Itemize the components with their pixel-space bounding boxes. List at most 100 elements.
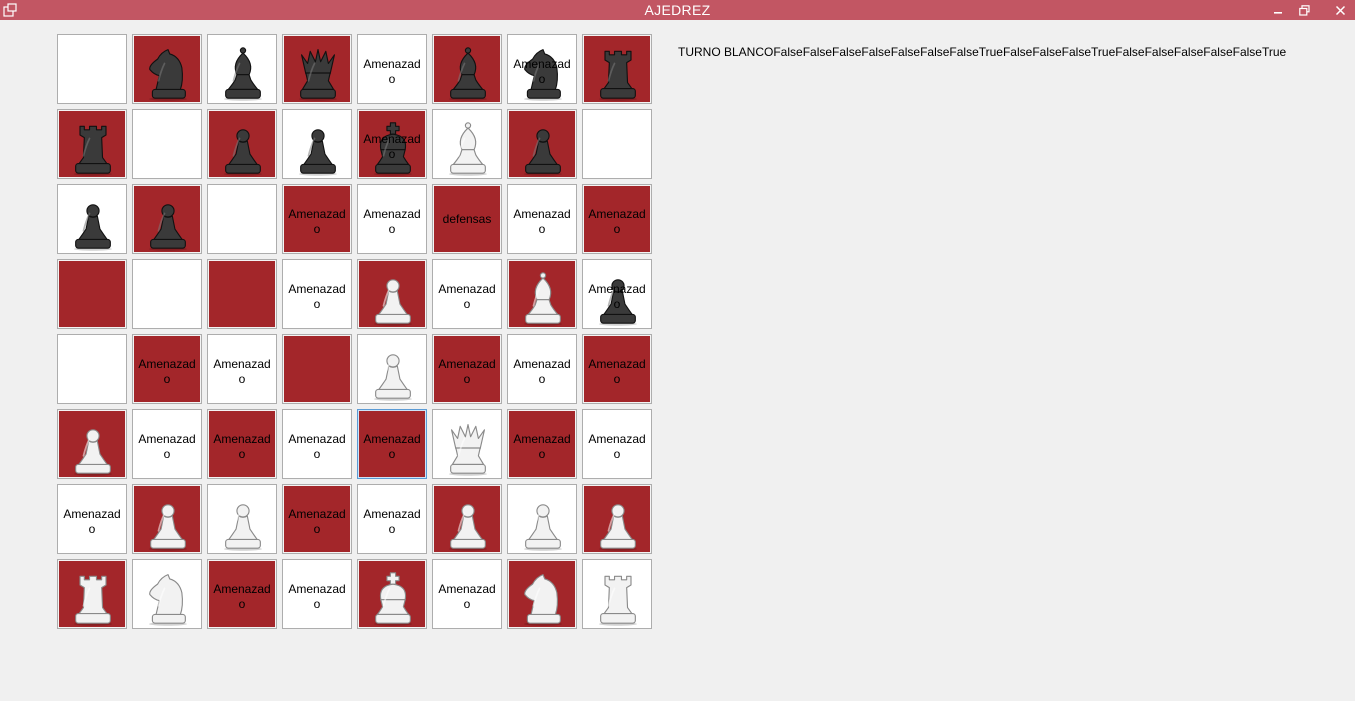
restore-button[interactable]	[1290, 0, 1318, 20]
board-square[interactable]	[207, 34, 277, 104]
board-square[interactable]	[357, 559, 427, 629]
white-pawn-icon	[523, 504, 563, 551]
board-square[interactable]: Amenazad o	[207, 334, 277, 404]
board-square[interactable]: Amenazad o	[357, 109, 427, 179]
board-square[interactable]	[582, 559, 652, 629]
white-queen-icon	[448, 424, 488, 476]
board-square[interactable]: Amenazad o	[357, 484, 427, 554]
board-square[interactable]: Amenazad o	[357, 184, 427, 254]
board-square[interactable]	[132, 184, 202, 254]
board-square[interactable]	[57, 559, 127, 629]
title-bar: AJEDREZ	[0, 0, 1355, 20]
black-rook-icon	[598, 50, 638, 101]
square-label: Amenazad o	[438, 582, 496, 611]
board-square[interactable]	[207, 259, 277, 329]
board-square[interactable]	[507, 259, 577, 329]
board-square[interactable]	[132, 34, 202, 104]
black-rook-icon	[73, 125, 113, 176]
board-square[interactable]	[432, 34, 502, 104]
board-square[interactable]	[357, 334, 427, 404]
board-square[interactable]: Amenazad o	[282, 259, 352, 329]
board-square[interactable]: Amenazad o	[507, 334, 577, 404]
board-square[interactable]	[132, 484, 202, 554]
board-square[interactable]	[57, 109, 127, 179]
board-square[interactable]: Amenazad o	[582, 334, 652, 404]
board-square[interactable]	[282, 109, 352, 179]
white-bishop-icon	[448, 122, 488, 176]
square-label: Amenazad o	[288, 507, 346, 536]
board-square[interactable]	[57, 334, 127, 404]
board-square[interactable]	[357, 259, 427, 329]
white-rook-icon	[598, 575, 638, 626]
board-square[interactable]	[57, 409, 127, 479]
board-square[interactable]: Amenazad o	[282, 484, 352, 554]
close-button[interactable]	[1326, 0, 1354, 20]
white-pawn-icon	[373, 279, 413, 326]
board-square[interactable]: Amenazad o	[207, 409, 277, 479]
board-square[interactable]: Amenazad o	[357, 409, 427, 479]
square-label: Amenazad o	[363, 132, 421, 161]
board-square[interactable]: Amenazad o	[282, 409, 352, 479]
board-square[interactable]	[57, 184, 127, 254]
board-square[interactable]	[57, 259, 127, 329]
board-square[interactable]	[432, 109, 502, 179]
board-square[interactable]: Amenazad o	[582, 184, 652, 254]
board-square[interactable]: Amenazad o	[582, 409, 652, 479]
board-square[interactable]	[582, 109, 652, 179]
black-bishop-icon	[448, 47, 488, 101]
board-square[interactable]	[282, 34, 352, 104]
board-square[interactable]	[132, 559, 202, 629]
board-square[interactable]: Amenazad o	[57, 484, 127, 554]
board-square[interactable]	[507, 109, 577, 179]
window-title: AJEDREZ	[644, 2, 711, 18]
square-label: Amenazad o	[138, 357, 196, 386]
board-square[interactable]	[507, 484, 577, 554]
board-square[interactable]	[57, 34, 127, 104]
board-square[interactable]: Amenazad o	[282, 184, 352, 254]
board-square[interactable]: Amenazad o	[132, 409, 202, 479]
board-square[interactable]	[282, 334, 352, 404]
minimize-icon	[1274, 12, 1282, 14]
square-label: Amenazad o	[288, 282, 346, 311]
board-square[interactable]: Amenazad o	[582, 259, 652, 329]
square-label: Amenazad o	[588, 357, 646, 386]
board-square[interactable]	[582, 34, 652, 104]
minimize-button[interactable]	[1264, 0, 1292, 20]
board-square[interactable]	[207, 109, 277, 179]
close-icon	[1335, 5, 1345, 15]
board-square[interactable]: Amenazad o	[282, 559, 352, 629]
square-label: Amenazad o	[213, 357, 271, 386]
board-square[interactable]	[432, 409, 502, 479]
board-square[interactable]	[207, 184, 277, 254]
board-square[interactable]: Amenazad o	[507, 409, 577, 479]
board-square[interactable]: Amenazad o	[432, 559, 502, 629]
board-square[interactable]: Amenazad o	[207, 559, 277, 629]
square-label: Amenazad o	[513, 207, 571, 236]
board-square[interactable]	[132, 109, 202, 179]
board-square[interactable]: Amenazad o	[507, 184, 577, 254]
square-label: Amenazad o	[63, 507, 121, 536]
board-square[interactable]: Amenazad o	[132, 334, 202, 404]
board-square[interactable]	[582, 484, 652, 554]
board-square[interactable]: defensas	[432, 184, 502, 254]
board-square[interactable]: Amenazad o	[507, 34, 577, 104]
board-square[interactable]	[207, 484, 277, 554]
board-square[interactable]	[507, 559, 577, 629]
black-pawn-icon	[223, 129, 263, 176]
square-label: Amenazad o	[513, 357, 571, 386]
board-square[interactable]	[132, 259, 202, 329]
square-label: Amenazad o	[363, 507, 421, 536]
board-square[interactable]	[432, 484, 502, 554]
board-square[interactable]: Amenazad o	[432, 259, 502, 329]
board-square[interactable]: Amenazad o	[432, 334, 502, 404]
square-label: Amenazad o	[513, 432, 571, 461]
board-square[interactable]: Amenazad o	[357, 34, 427, 104]
white-pawn-icon	[73, 429, 113, 476]
black-pawn-icon	[73, 204, 113, 251]
square-label: defensas	[442, 212, 492, 226]
white-pawn-icon	[223, 504, 263, 551]
white-knight-icon	[148, 574, 188, 626]
square-label: Amenazad o	[588, 432, 646, 461]
square-label: Amenazad o	[213, 432, 271, 461]
restore-icon	[1298, 4, 1310, 16]
